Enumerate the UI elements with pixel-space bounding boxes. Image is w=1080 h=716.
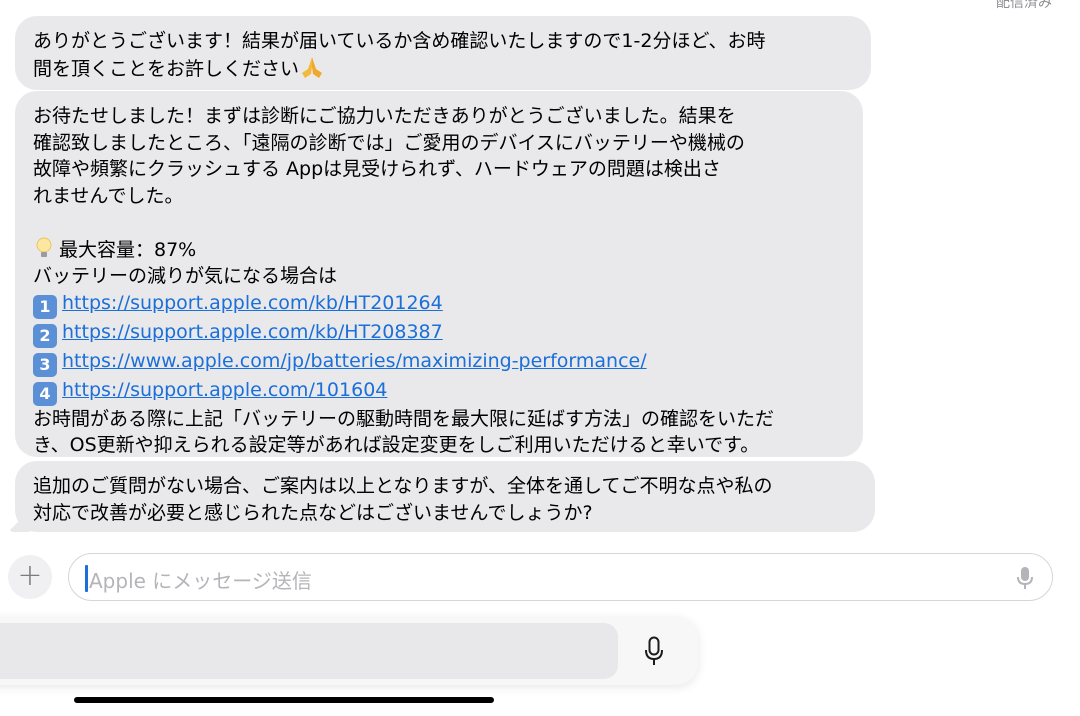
keycap-3-icon: 3 <box>33 352 57 377</box>
text-caret <box>85 565 88 592</box>
keycap-1-icon: 1 <box>33 294 57 319</box>
message-bubble[interactable]: 追加のご質問がない場合、ご案内は以上となりますが、全体を通してご不明な点や私の … <box>8 461 875 532</box>
link-row: 2 https://support.apple.com/kb/HT208387 <box>33 319 845 348</box>
home-indicator <box>74 697 494 703</box>
message-text-line: お時間がある際に上記「バッテリーの駆動時間を最大限に延ばす方法」の確認をいただ <box>33 407 775 430</box>
support-link[interactable]: https://support.apple.com/101604 <box>62 379 387 401</box>
light-bulb-icon <box>36 237 52 257</box>
support-link[interactable]: https://support.apple.com/kb/HT201264 <box>62 292 443 314</box>
message-text-line: 対応で改善が必要と感じられた点などはございませんでしょうか? <box>33 501 593 524</box>
dictation-mic-icon[interactable] <box>644 636 664 666</box>
message-input-placeholder: Apple にメッセージ送信 <box>89 569 312 593</box>
message-text-line: れませんでした。 <box>33 184 184 207</box>
add-attachment-button[interactable]: + <box>8 555 52 599</box>
support-link[interactable]: https://support.apple.com/kb/HT208387 <box>62 321 443 343</box>
message-bubble[interactable]: ありがとうございます！結果が届いているか含め確認いたしますので1-2分ほど、お時… <box>15 16 871 90</box>
message-text-line: 確認致しましたところ、「遠隔の診断では」ご愛用のデバイスにバッテリーや機械の <box>33 131 745 154</box>
keyboard-input-area[interactable] <box>0 623 618 679</box>
message-input[interactable]: Apple にメッセージ送信 <box>68 553 1053 601</box>
bubble-tail <box>8 510 30 532</box>
message-text-line: 追加のご質問がない場合、ご案内は以上となりますが、全体を通してご不明な点や私の <box>33 475 773 497</box>
message-text-line: 故障や頻繁にクラッシュする Appは見受けられず、ハードウェアの問題は検出さ <box>33 158 721 180</box>
support-link[interactable]: https://www.apple.com/jp/batteries/maxim… <box>62 350 647 372</box>
link-row: 4 https://support.apple.com/101604 <box>33 377 845 406</box>
message-text-line: 間を頂くことをお許しください <box>33 55 853 83</box>
keycap-4-icon: 4 <box>33 381 57 406</box>
message-text-line: ありがとうございます！結果が届いているか含め確認いたしますので1-2分ほど、お時 <box>33 30 766 52</box>
keycap-2-icon: 2 <box>33 323 57 348</box>
link-row: 3 https://www.apple.com/jp/batteries/maxi… <box>33 348 845 377</box>
link-row: 1 https://support.apple.com/kb/HT201264 <box>33 290 845 319</box>
folded-hands-icon <box>302 56 323 78</box>
delivered-status: 配信済み <box>996 0 1052 11</box>
battery-note: バッテリーの減りが気になる場合は <box>33 265 338 287</box>
chat-screen: 配信済み ありがとうございます！結果が届いているか含め確認いたしますので1-2分… <box>0 0 1080 716</box>
capacity-text: 最大容量：87% <box>59 238 197 261</box>
microphone-icon[interactable] <box>1016 566 1034 590</box>
message-text-line: き、OS更新や抑えられる設定等があれば設定変更をしご利用いただけると幸いです。 <box>33 434 760 456</box>
capacity-line: 最大容量：87% <box>33 236 845 264</box>
keyboard-dictation-bar <box>0 617 698 685</box>
message-text-line: お待たせしました！まずは診断にご協力いただきありがとうございました。結果を <box>33 105 736 127</box>
message-bubble[interactable]: お待たせしました！まずは診断にご協力いただきありがとうございました。結果を 確認… <box>15 91 863 457</box>
